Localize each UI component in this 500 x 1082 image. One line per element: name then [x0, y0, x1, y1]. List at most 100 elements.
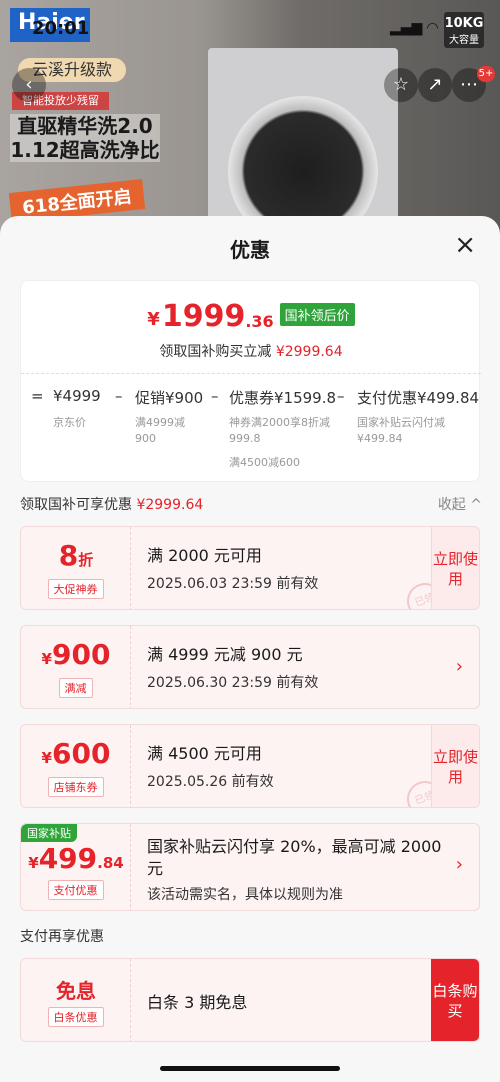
promo-discount: 促销¥900 [135, 389, 204, 407]
coupon-value-unit: 折 [78, 551, 94, 569]
price-decimal: .36 [245, 312, 274, 331]
installment-card[interactable]: 免息 白条优惠 白条 3 期免息 白条购买 [20, 958, 480, 1042]
equals-sign: = [31, 387, 44, 405]
coupon-expiry: 2025.05.26 前有效 [147, 774, 274, 790]
coupon-currency: ¥ [41, 749, 52, 767]
coupon-value: ¥600 [21, 737, 131, 770]
coupon-label: 神券满2000享8折减 999.8 满4500减600 [229, 415, 330, 471]
coupon-condition: 满 4999 元减 900 元 [147, 645, 303, 664]
capacity-badge: 10KG 大容量 [444, 12, 484, 48]
coupon-value-decimal: .84 [97, 854, 124, 872]
capacity-value: 10KG [444, 16, 484, 31]
subsidy-savings: 领取国补购买立减 ¥2999.64 [21, 341, 481, 361]
back-icon[interactable]: ‹ [12, 68, 46, 102]
divider [21, 373, 481, 374]
coupon-expiry: 2025.06.03 23:59 前有效 [147, 576, 319, 592]
coupon-expiry: 2025.06.30 23:59 前有效 [147, 675, 319, 691]
coupon-value: 8折 [21, 539, 131, 572]
coupon-type-tag: 支付优惠 [47, 880, 104, 900]
use-now-button[interactable]: 立即使用 [431, 527, 479, 609]
coupon-condition: 满 4500 元可用 [147, 744, 262, 763]
installment-value: 免息 [56, 979, 96, 1003]
coupon-card[interactable]: 8折 大促神券 满 2000 元可用 2025.06.03 23:59 前有效 … [20, 526, 480, 610]
share-icon[interactable]: ↗ [418, 68, 452, 102]
subsidy-badge: 国补领后价 [279, 303, 355, 326]
coupon-card[interactable]: 国家补贴 ¥499.84 支付优惠 国家补贴云闪付享 20%，最高可减 2000… [20, 823, 480, 911]
minus-sign: – [337, 387, 345, 405]
chevron-right-icon[interactable]: › [456, 854, 463, 875]
minus-sign: – [211, 387, 219, 405]
coupon-value-block: ¥900 满减 [21, 626, 131, 708]
coupon-value-number: 900 [51, 638, 111, 671]
payment-discount: 支付优惠¥499.84 [357, 389, 480, 407]
coupon-card[interactable]: ¥600 店铺东券 满 4500 元可用 2025.05.26 前有效 已领 立… [20, 724, 480, 808]
coupon-details: 国家补贴云闪付享 20%，最高可减 2000 元 该活动需实名，具体以规则为准 [147, 836, 447, 904]
minus-sign: – [115, 387, 123, 405]
section-payment-label: 支付再享优惠 [20, 929, 104, 945]
section-label-amount: ¥2999.64 [136, 497, 204, 513]
coupon-currency: ¥ [41, 650, 52, 668]
promo-line-1: 直驱精华洗2.0 [17, 114, 153, 138]
final-price-block: ¥ 1999 .36 国补领后价 领取国补购买立减 ¥2999.64 [21, 281, 481, 373]
payment-label: 国家补贴云闪付减 ¥499.84 [357, 415, 445, 447]
coupon-label-line-3: 满4500减600 [229, 456, 300, 469]
collapse-button[interactable]: 收起 ^ [438, 494, 482, 514]
coupon-label-line-1: 神券满2000享8折减 [229, 416, 330, 429]
coupon-value-block: ¥600 店铺东券 [21, 725, 131, 807]
coupon-condition: 国家补贴云闪付享 20%，最高可减 2000 元 [147, 837, 442, 878]
subsidy-savings-amount: ¥2999.64 [275, 344, 343, 360]
coupon-details: 满 2000 元可用 2025.06.03 23:59 前有效 [147, 545, 437, 593]
coupon-type-tag: 满减 [58, 678, 93, 698]
home-indicator[interactable] [160, 1066, 340, 1071]
promo-label: 满4999减 900 [135, 415, 185, 447]
coupon-discount: 优惠券¥1599.8 [229, 389, 337, 407]
discount-sheet: 优惠 × ¥ 1999 .36 国补领后价 领取国补购买立减 ¥2999.64 … [0, 216, 500, 1082]
price-integer: 1999 [161, 299, 246, 334]
subsidy-savings-label: 领取国补购买立减 [159, 344, 272, 360]
coupon-condition: 满 2000 元可用 [147, 546, 262, 565]
currency-symbol: ¥ [147, 309, 160, 330]
coupon-label-line-2: 999.8 [229, 432, 261, 445]
coupon-details: 满 4500 元可用 2025.05.26 前有效 [147, 743, 437, 791]
section-label-text: 领取国补可享优惠 [20, 497, 132, 513]
payment-label-line-1: 国家补贴云闪付减 [357, 416, 445, 429]
washer-image [208, 48, 398, 246]
coupon-details: 满 4999 元减 900 元 2025.06.30 23:59 前有效 [147, 644, 437, 692]
promo-line-2: 1.12超高洗净比 [10, 138, 160, 162]
status-time: 20:01 [32, 18, 90, 39]
coupon-value-number: 600 [51, 737, 111, 770]
section-subsidy-label: 领取国补可享优惠 ¥2999.64 [20, 494, 480, 514]
coupon-value-block: 8折 大促神券 [21, 527, 131, 609]
final-price: ¥ 1999 .36 国补领后价 [21, 299, 481, 334]
promo-label-line-1: 满4999减 [135, 416, 185, 429]
installment-text: 白条 3 期免息 [147, 993, 248, 1012]
coupon-currency: ¥ [28, 854, 39, 872]
sheet-title: 优惠 [230, 238, 270, 262]
price-breakdown: = ¥4999 – 促销¥900 – 优惠券¥1599.8 – 支付优惠¥499… [31, 387, 481, 477]
coupon-value-block: ¥499.84 支付优惠 [21, 824, 131, 910]
baitiao-buy-button[interactable]: 白条购买 [431, 959, 479, 1041]
coupon-value-number: 499 [38, 842, 98, 875]
payment-label-line-2: ¥499.84 [357, 432, 403, 445]
star-icon[interactable]: ☆ [384, 68, 418, 102]
coupon-note: 该活动需实名，具体以规则为准 [147, 887, 343, 903]
coupon-type-tag: 大促神券 [47, 579, 104, 599]
installment-value-block: 免息 白条优惠 [21, 959, 131, 1041]
breakdown-values: = ¥4999 – 促销¥900 – 优惠券¥1599.8 – 支付优惠¥499… [31, 387, 481, 407]
coupon-value: ¥499.84 [21, 842, 131, 875]
use-now-button[interactable]: 立即使用 [431, 725, 479, 807]
installment-tag: 白条优惠 [47, 1007, 104, 1027]
base-price: ¥4999 [53, 387, 101, 405]
base-price-label: 京东价 [53, 416, 86, 429]
coupon-type-tag: 店铺东券 [47, 777, 104, 797]
capacity-label: 大容量 [449, 35, 479, 46]
cart-badge: 5+ [477, 66, 495, 82]
status-bar: 20:01 ▂▄▆ ◠ ▭ [0, 14, 500, 44]
coupon-card[interactable]: ¥900 满减 满 4999 元减 900 元 2025.06.30 23:59… [20, 625, 480, 709]
close-icon[interactable]: × [454, 232, 476, 258]
coupon-value: ¥900 [21, 638, 131, 671]
chevron-right-icon[interactable]: › [456, 656, 463, 677]
promo-text: 直驱精华洗2.0 1.12超高洗净比 [10, 114, 160, 162]
price-summary: ¥ 1999 .36 国补领后价 领取国补购买立减 ¥2999.64 = ¥49… [20, 280, 481, 482]
coupon-value-number: 8 [58, 539, 79, 572]
